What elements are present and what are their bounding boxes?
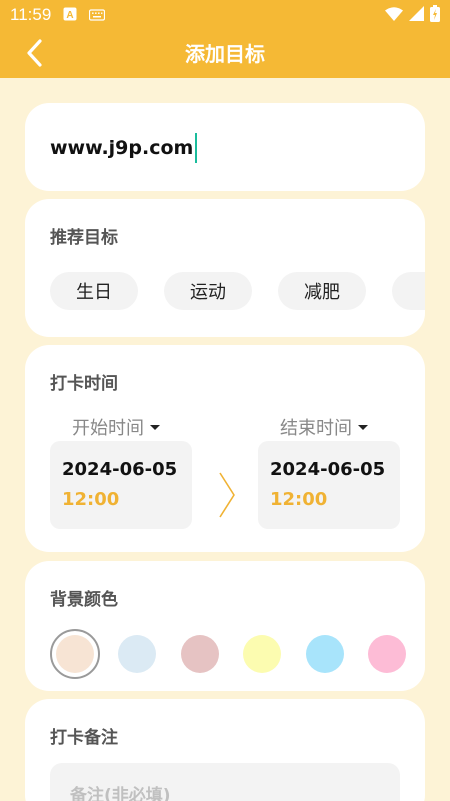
recommend-title: 推荐目标 bbox=[50, 228, 118, 248]
chevron-right-icon bbox=[219, 472, 235, 518]
end-date: 2024-06-05 bbox=[270, 459, 386, 480]
color-swatch-1[interactable] bbox=[56, 635, 94, 673]
battery-icon bbox=[430, 4, 440, 26]
color-swatch-6[interactable] bbox=[368, 635, 406, 673]
keyboard-icon bbox=[89, 6, 106, 25]
checkin-time-card: 打卡时间 开始时间 结束时间 2024-06-05 12:00 2024-06-… bbox=[25, 345, 425, 552]
recommend-card: 推荐目标 生日 运动 减肥 早 bbox=[25, 199, 425, 337]
end-time-label[interactable]: 结束时间 bbox=[280, 414, 368, 440]
recommend-chips: 生日 运动 减肥 早 bbox=[50, 272, 425, 310]
a-square-icon: A bbox=[63, 6, 77, 25]
color-swatches bbox=[50, 629, 410, 679]
page-title: 添加目标 bbox=[185, 42, 265, 66]
status-bar: 11:59 A bbox=[0, 0, 450, 30]
background-color-card: 背景颜色 bbox=[25, 561, 425, 691]
recommend-chip-birthday[interactable]: 生日 bbox=[50, 272, 138, 310]
color-swatch-2[interactable] bbox=[118, 635, 157, 673]
note-input[interactable]: 备注(非必填) bbox=[50, 763, 400, 801]
background-color-title: 背景颜色 bbox=[50, 590, 118, 610]
color-swatch-4[interactable] bbox=[243, 635, 282, 673]
caret-down-icon bbox=[150, 424, 160, 430]
signal-icon bbox=[409, 5, 424, 25]
app-bar: 添加目标 bbox=[0, 30, 450, 78]
checkin-time-title: 打卡时间 bbox=[50, 374, 118, 394]
svg-text:A: A bbox=[67, 10, 74, 21]
goal-name-card: www.j9p.com bbox=[25, 103, 425, 191]
text-caret bbox=[195, 133, 198, 163]
recommend-chip-exercise[interactable]: 运动 bbox=[164, 272, 252, 310]
end-clock: 12:00 bbox=[270, 489, 328, 510]
start-time-picker[interactable]: 2024-06-05 12:00 bbox=[50, 441, 192, 529]
wifi-icon bbox=[385, 6, 403, 25]
note-placeholder: 备注(非必填) bbox=[70, 786, 171, 801]
color-swatch-5[interactable] bbox=[305, 635, 344, 673]
status-time: 11:59 bbox=[10, 5, 52, 24]
checkin-note-card: 打卡备注 备注(非必填) bbox=[25, 699, 425, 801]
color-swatch-3[interactable] bbox=[180, 635, 219, 673]
recommend-chip-diet[interactable]: 减肥 bbox=[278, 272, 366, 310]
goal-name-value: www.j9p.com bbox=[50, 137, 194, 159]
start-time-label-text: 开始时间 bbox=[72, 418, 144, 439]
end-time-label-text: 结束时间 bbox=[280, 418, 352, 439]
end-time-picker[interactable]: 2024-06-05 12:00 bbox=[258, 441, 400, 529]
start-clock: 12:00 bbox=[62, 489, 120, 510]
caret-down-icon bbox=[358, 424, 368, 430]
goal-name-input[interactable]: www.j9p.com bbox=[50, 131, 198, 165]
start-time-label[interactable]: 开始时间 bbox=[72, 414, 160, 440]
recommend-chip-early[interactable]: 早 bbox=[392, 272, 425, 310]
start-date: 2024-06-05 bbox=[62, 459, 178, 480]
checkin-note-title: 打卡备注 bbox=[50, 728, 118, 748]
